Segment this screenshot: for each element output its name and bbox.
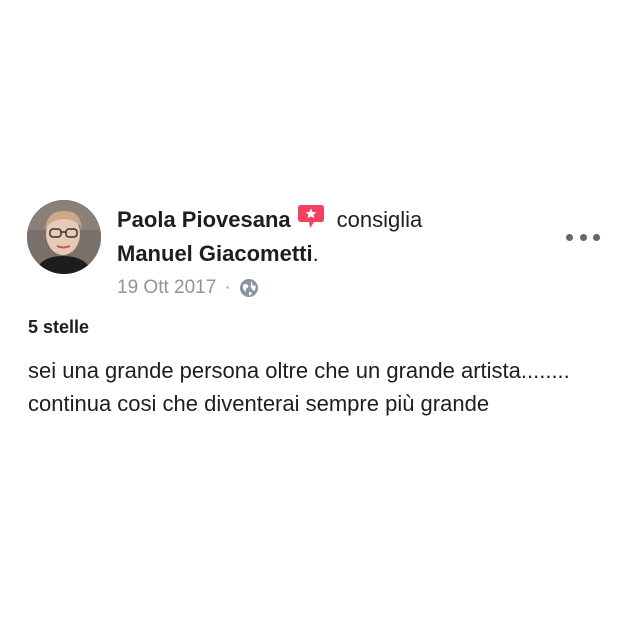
review-text: sei una grande persona oltre che un gran… xyxy=(28,358,570,416)
more-dot xyxy=(593,233,600,241)
recommendation-post: Paola Piovesana consiglia Manuel Giacome… xyxy=(0,0,640,640)
post-header-line: Paola Piovesana consiglia xyxy=(117,204,423,234)
target-suffix: . xyxy=(312,241,319,266)
author-avatar[interactable] xyxy=(27,200,101,274)
post-meta: 19 Ott 2017 · xyxy=(117,275,259,301)
more-options-icon[interactable] xyxy=(566,226,600,248)
more-dot xyxy=(579,233,587,241)
recommend-action-text: consiglia xyxy=(336,207,423,232)
avatar-photo-icon xyxy=(27,200,101,274)
more-dot xyxy=(566,233,573,241)
rating-label: 5 stelle xyxy=(28,317,90,337)
recommend-badge-icon xyxy=(297,204,325,230)
recommended-page-line: Manuel Giacometti. xyxy=(117,240,319,268)
recommended-page-link[interactable]: Manuel Giacometti xyxy=(117,241,313,266)
author-name-link[interactable]: Paola Piovesana xyxy=(117,206,291,234)
post-date[interactable]: 19 Ott 2017 xyxy=(117,275,216,301)
meta-separator: · xyxy=(224,277,231,298)
globe-icon xyxy=(239,278,259,298)
